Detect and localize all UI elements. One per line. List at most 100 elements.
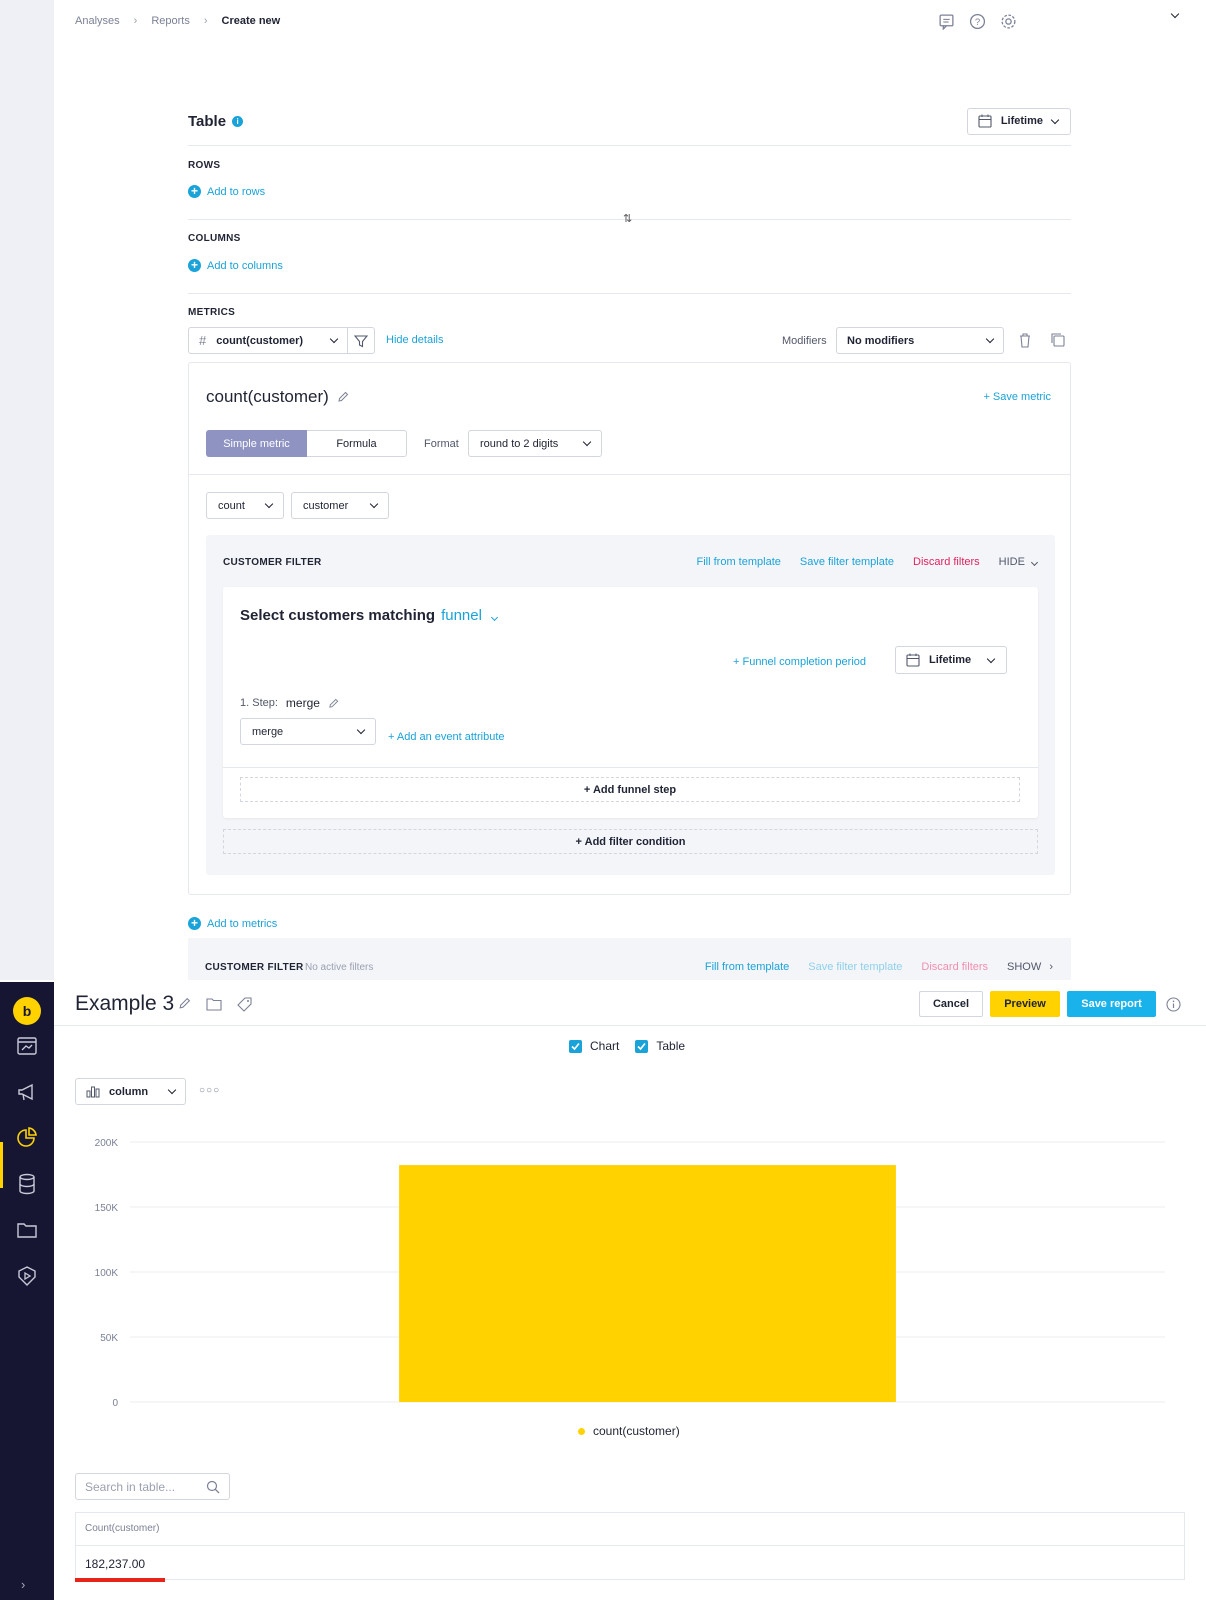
- report-customer-filter-title: CUSTOMER FILTER: [205, 962, 304, 973]
- show-filter-toggle[interactable]: SHOW ›: [1007, 961, 1053, 973]
- plus-circle-icon: +: [188, 917, 201, 930]
- divider: [223, 767, 1038, 768]
- customer-filter-title: CUSTOMER FILTER: [223, 557, 322, 568]
- save-filter-template-link[interactable]: Save filter template: [808, 961, 902, 973]
- select-customers-heading: Select customers matching funnel: [240, 607, 499, 624]
- event-select[interactable]: merge: [240, 718, 376, 745]
- chevron-down-icon: [1050, 115, 1060, 124]
- hide-filter-toggle[interactable]: HIDE: [998, 556, 1039, 568]
- table-header-count-customer[interactable]: Count(customer): [85, 1523, 159, 1534]
- play-shield-icon[interactable]: [15, 1264, 39, 1288]
- database-icon[interactable]: [15, 1172, 39, 1196]
- pencil-icon[interactable]: [328, 698, 339, 709]
- folder-icon[interactable]: [206, 997, 222, 1011]
- help-icon[interactable]: ?: [969, 13, 986, 30]
- plus-circle-icon: +: [188, 185, 201, 198]
- metric-details-card: count(customer) + Save metric Simple met…: [188, 362, 1071, 895]
- filter-type-dropdown[interactable]: funnel: [441, 607, 499, 624]
- table-checkbox[interactable]: Table: [635, 1039, 685, 1053]
- metric-filter-button[interactable]: [347, 327, 375, 354]
- chart-legend: count(customer): [578, 1424, 680, 1438]
- metric-select[interactable]: # count(customer): [188, 327, 348, 354]
- save-report-button[interactable]: Save report: [1067, 991, 1156, 1017]
- cancel-button[interactable]: Cancel: [919, 991, 983, 1017]
- copy-icon[interactable]: [1050, 332, 1066, 348]
- fill-from-template-link[interactable]: Fill from template: [705, 961, 789, 973]
- add-to-rows-link[interactable]: + Add to rows: [188, 185, 265, 198]
- customer-filter-section: CUSTOMER FILTER Fill from template Save …: [206, 535, 1055, 875]
- add-event-attribute-link[interactable]: + Add an event attribute: [388, 731, 505, 743]
- add-filter-condition-button[interactable]: + Add filter condition: [223, 829, 1038, 854]
- account-chevron-down-icon[interactable]: [1170, 9, 1180, 19]
- chart-checkbox[interactable]: Chart: [569, 1039, 619, 1053]
- save-metric-link[interactable]: + Save metric: [983, 391, 1051, 403]
- save-filter-template-link[interactable]: Save filter template: [800, 556, 894, 568]
- metric-name-text: count(customer): [206, 387, 329, 406]
- funnel-date-button[interactable]: Lifetime: [895, 646, 1007, 674]
- show-label: SHOW: [1007, 961, 1042, 973]
- info-icon[interactable]: i: [232, 115, 244, 127]
- modifiers-value: No modifiers: [847, 334, 915, 347]
- funnel-date-label: Lifetime: [929, 654, 972, 666]
- discard-filters-link[interactable]: Discard filters: [913, 556, 980, 568]
- title-actions: [178, 997, 252, 1012]
- add-to-metrics-link[interactable]: + Add to metrics: [188, 917, 277, 930]
- chart-type-select[interactable]: column: [75, 1078, 186, 1105]
- report-title: Example 3: [75, 992, 175, 1015]
- divider: [188, 293, 1071, 294]
- metric-row: # count(customer) Hide details Modifiers…: [188, 327, 1071, 354]
- comment-icon[interactable]: [938, 13, 955, 30]
- table-checkbox-label: Table: [656, 1039, 686, 1053]
- expand-sidebar-icon[interactable]: ›: [21, 1577, 25, 1592]
- chevron-down-icon: [369, 499, 379, 509]
- dashboard-icon[interactable]: [15, 1034, 39, 1058]
- swap-icon[interactable]: ⇅: [623, 212, 632, 225]
- report-builder-panel: Analyses › Reports › Create new ? Table …: [0, 0, 1206, 980]
- checkbox-checked-icon: [635, 1039, 649, 1053]
- tag-icon[interactable]: [237, 997, 252, 1012]
- preview-button[interactable]: Preview: [990, 991, 1060, 1017]
- report-filter-actions: Fill from template Save filter template …: [705, 961, 1053, 973]
- more-options-icon[interactable]: ○○○: [199, 1085, 220, 1096]
- funnel-completion-period-link[interactable]: + Funnel completion period: [733, 656, 866, 668]
- breadcrumb-reports[interactable]: Reports: [151, 15, 190, 27]
- add-to-columns-link[interactable]: + Add to columns: [188, 259, 283, 272]
- modifiers-select[interactable]: No modifiers: [836, 327, 1004, 354]
- tab-formula[interactable]: Formula: [307, 430, 407, 457]
- aggregation-select[interactable]: count: [206, 492, 284, 519]
- chevron-down-icon: [986, 654, 996, 663]
- funnel-filter-card: Select customers matching funnel + Funne…: [223, 587, 1038, 818]
- bar-count-customer[interactable]: [399, 1165, 896, 1402]
- left-rail-light: [0, 0, 54, 980]
- metric-type-tabs: Simple metric Formula: [206, 430, 407, 457]
- folder-icon[interactable]: [15, 1218, 39, 1242]
- active-nav-indicator: [0, 1142, 3, 1188]
- target-select[interactable]: customer: [291, 492, 389, 519]
- chevron-down-icon: [167, 1085, 177, 1095]
- breadcrumb-current: Create new: [221, 15, 281, 27]
- add-funnel-step-button[interactable]: + Add funnel step: [240, 777, 1020, 802]
- info-icon[interactable]: [1166, 997, 1181, 1012]
- fill-from-template-link[interactable]: Fill from template: [697, 556, 781, 568]
- pie-chart-icon[interactable]: [15, 1126, 39, 1150]
- hide-details-link[interactable]: Hide details: [386, 334, 443, 346]
- trash-icon[interactable]: [1018, 332, 1032, 348]
- tab-simple-metric[interactable]: Simple metric: [206, 430, 307, 457]
- gear-icon[interactable]: [1000, 13, 1017, 30]
- report-header: Example 3 Cancel Preview Save report: [54, 982, 1206, 1026]
- date-range-button[interactable]: Lifetime: [966, 107, 1071, 135]
- table-search-input[interactable]: [85, 1479, 195, 1494]
- format-select[interactable]: round to 2 digits: [468, 430, 602, 457]
- select-customers-label: Select customers matching: [240, 607, 436, 624]
- pencil-icon[interactable]: [178, 997, 191, 1010]
- discard-filters-link[interactable]: Discard filters: [921, 961, 988, 973]
- legend-swatch: [578, 1427, 585, 1435]
- brand-logo[interactable]: b: [13, 997, 41, 1025]
- pencil-icon[interactable]: [337, 391, 349, 403]
- breadcrumb-analyses[interactable]: Analyses: [75, 15, 120, 27]
- hide-label: HIDE: [998, 556, 1025, 568]
- y-tick-label: 150K: [95, 1203, 119, 1214]
- megaphone-icon[interactable]: [15, 1080, 39, 1104]
- filter-status: No active filters: [305, 962, 374, 973]
- search-icon[interactable]: [206, 1480, 220, 1494]
